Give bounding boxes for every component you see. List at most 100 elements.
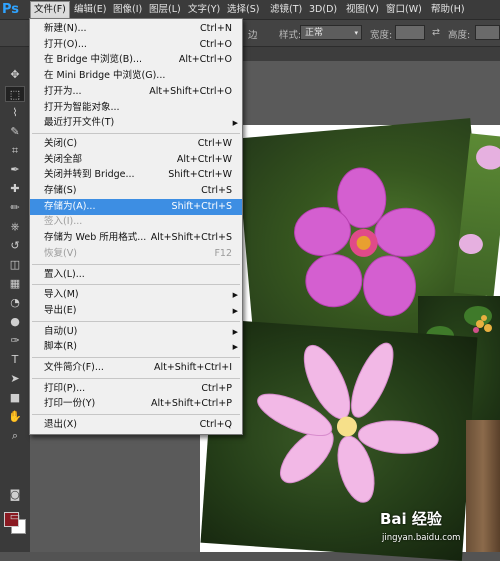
menu-2[interactable]: 图像(I) [110, 2, 145, 17]
menu-7[interactable]: 3D(D) [306, 2, 340, 17]
path-select-icon[interactable]: ➤ [5, 371, 25, 387]
width-label: 宽度: [370, 30, 393, 41]
style-select[interactable]: 正常 ▾ [300, 25, 362, 40]
file-menu-item[interactable]: 在 Bridge 中浏览(B)... Alt+Ctrl+O [30, 52, 242, 68]
menu-item-shortcut: Ctrl+W [197, 137, 232, 149]
pen-icon[interactable]: ✑ [5, 333, 25, 349]
menu-item-label: 关闭全部 [44, 153, 83, 165]
blur-icon[interactable]: ◔ [5, 295, 25, 311]
photoshop-logo: Ps [2, 2, 20, 17]
menu-separator [32, 263, 240, 265]
submenu-arrow-icon: ▶ [232, 119, 238, 128]
menu-separator [32, 132, 240, 134]
submenu-arrow-icon: ▶ [232, 306, 238, 315]
menu-1[interactable]: 编辑(E) [71, 2, 109, 17]
menu-item-label: 文件简介(F)... [44, 362, 104, 373]
submenu-arrow-icon: ▶ [232, 327, 238, 336]
submenu-arrow-icon: ▶ [232, 291, 238, 300]
menu-item-label: 自动(U) [44, 325, 78, 337]
menu-3[interactable]: 图层(L) [146, 2, 184, 17]
watermark-url: jingyan.baidu.com [382, 533, 461, 543]
brush-icon[interactable]: ✏ [5, 200, 25, 216]
file-menu-item[interactable]: 打印(P)... Ctrl+P [30, 381, 242, 397]
menu-separator [32, 357, 240, 358]
menu-item-label: 关闭并转到 Bridge... [44, 169, 135, 181]
file-menu-item[interactable]: 存储为(A)... Shift+Ctrl+S [30, 198, 242, 215]
menu-item-label: 在 Mini Bridge 中浏览(G)... [44, 70, 166, 82]
submenu-arrow-icon: ▶ [232, 343, 238, 352]
menu-item-label: 脚本(R) [44, 341, 78, 353]
file-menu-item[interactable]: 文件简介(F)... Alt+Shift+Ctrl+I [30, 360, 242, 376]
menu-item-label: 导入(M) [44, 289, 79, 301]
menu-9[interactable]: 窗口(W) [383, 2, 425, 17]
file-menu-item[interactable]: 打开(O)... Ctrl+O [30, 37, 242, 53]
width-field[interactable] [395, 25, 425, 40]
zoom-icon[interactable]: ⌕ [5, 428, 25, 444]
menu-item-label: 签入(I)... [44, 216, 83, 228]
menu-5[interactable]: 选择(S) [224, 2, 262, 17]
file-menu-item[interactable]: 关闭并转到 Bridge... Shift+Ctrl+W [30, 167, 242, 183]
menu-item-label: 打印一份(Y) [44, 398, 96, 410]
file-menu-item[interactable]: 存储(S) Ctrl+S [30, 183, 242, 199]
hand-icon[interactable]: ✋ [5, 409, 25, 425]
swap-icon[interactable]: ⇄ [432, 27, 440, 38]
history-brush-icon[interactable]: ↺ [5, 238, 25, 254]
menu-8[interactable]: 视图(V) [343, 2, 382, 17]
move-icon[interactable]: ✥ [5, 67, 25, 83]
menu-item-label: 打开为... [44, 85, 82, 97]
menu-item-label: 导出(E) [44, 304, 77, 316]
watermark-logo: Bai 经验 [380, 510, 442, 528]
shape-icon[interactable]: ■ [5, 390, 25, 406]
screen-mode-icon[interactable]: ▭ [5, 509, 25, 525]
menu-item-shortcut: Ctrl+S [201, 185, 232, 196]
file-menu-item[interactable]: 置入(L)... [30, 267, 242, 283]
file-menu-item[interactable]: 自动(U) ▶ [30, 324, 242, 340]
lasso-icon[interactable]: ⌇ [5, 105, 25, 121]
menu-6[interactable]: 滤镜(T) [267, 2, 305, 17]
file-menu-item[interactable]: 打开为智能对象... [30, 100, 242, 116]
menu-item-label: 存储为(A)... [44, 200, 96, 212]
menu-item-shortcut: Alt+Shift+Ctrl+I [153, 362, 232, 373]
file-menu-item: 签入(I)... [30, 214, 242, 230]
menu-10[interactable]: 帮助(H) [428, 2, 468, 17]
file-menu-item[interactable]: 最近打开文件(T) ▶ [30, 115, 242, 131]
file-menu-item: 恢复(V) F12 [30, 246, 242, 262]
file-menu-item[interactable]: 打印一份(Y) Alt+Shift+Ctrl+P [30, 396, 242, 412]
menu-item-shortcut: Alt+Shift+Ctrl+P [151, 398, 232, 410]
healing-icon[interactable]: ✚ [5, 181, 25, 197]
eraser-icon[interactable]: ◫ [5, 257, 25, 273]
menu-item-label: 打开(O)... [44, 38, 87, 50]
dodge-icon[interactable]: ● [5, 314, 25, 330]
file-menu-item[interactable]: 导出(E) ▶ [30, 303, 242, 319]
file-menu-item[interactable]: 退出(X) Ctrl+Q [30, 417, 242, 433]
file-menu-item[interactable]: 脚本(R) ▶ [30, 339, 242, 355]
menu-item-label: 置入(L)... [44, 268, 85, 280]
file-menu-item[interactable]: 存储为 Web 所用格式... Alt+Shift+Ctrl+S [30, 230, 242, 246]
file-menu-item[interactable]: 新建(N)... Ctrl+N [30, 21, 242, 37]
quick-select-icon[interactable]: ✎ [5, 124, 25, 140]
eyedropper-icon[interactable]: ✒ [5, 162, 25, 178]
quick-mask-icon[interactable]: ◙ [5, 487, 25, 503]
marquee-icon[interactable]: ⬚ [5, 86, 25, 102]
file-menu-item[interactable]: 关闭全部 Alt+Ctrl+W [30, 152, 242, 168]
menu-item-label: 最近打开文件(T) [44, 117, 115, 129]
file-menu-item[interactable]: 关闭(C) Ctrl+W [30, 136, 242, 152]
file-menu-item[interactable]: 在 Mini Bridge 中浏览(G)... [30, 68, 242, 84]
stamp-icon[interactable]: ⎈ [5, 219, 25, 235]
height-field[interactable] [475, 25, 500, 40]
crop-icon[interactable]: ⌗ [5, 143, 25, 159]
menu-item-label: 恢复(V) [44, 247, 77, 259]
style-select-value: 正常 [305, 28, 324, 38]
menu-0[interactable]: 文件(F) [30, 1, 70, 19]
menu-item-shortcut: Alt+Shift+Ctrl+S [150, 232, 232, 244]
file-menu-item[interactable]: 导入(M) ▶ [30, 287, 242, 303]
menu-4[interactable]: 文字(Y) [185, 2, 223, 17]
file-menu-item[interactable]: 打开为... Alt+Shift+Ctrl+O [30, 84, 242, 100]
menu-item-shortcut: Shift+Ctrl+S [171, 200, 232, 212]
menu-item-label: 存储(S) [44, 185, 77, 196]
file-menu-dropdown: 新建(N)... Ctrl+N 打开(O)... Ctrl+O 在 Bridge 中浏览… [29, 18, 243, 435]
gradient-icon[interactable]: ▦ [5, 276, 25, 292]
menu-item-shortcut: F12 [214, 247, 232, 259]
type-icon[interactable]: T [5, 352, 25, 368]
menu-separator [32, 320, 240, 322]
